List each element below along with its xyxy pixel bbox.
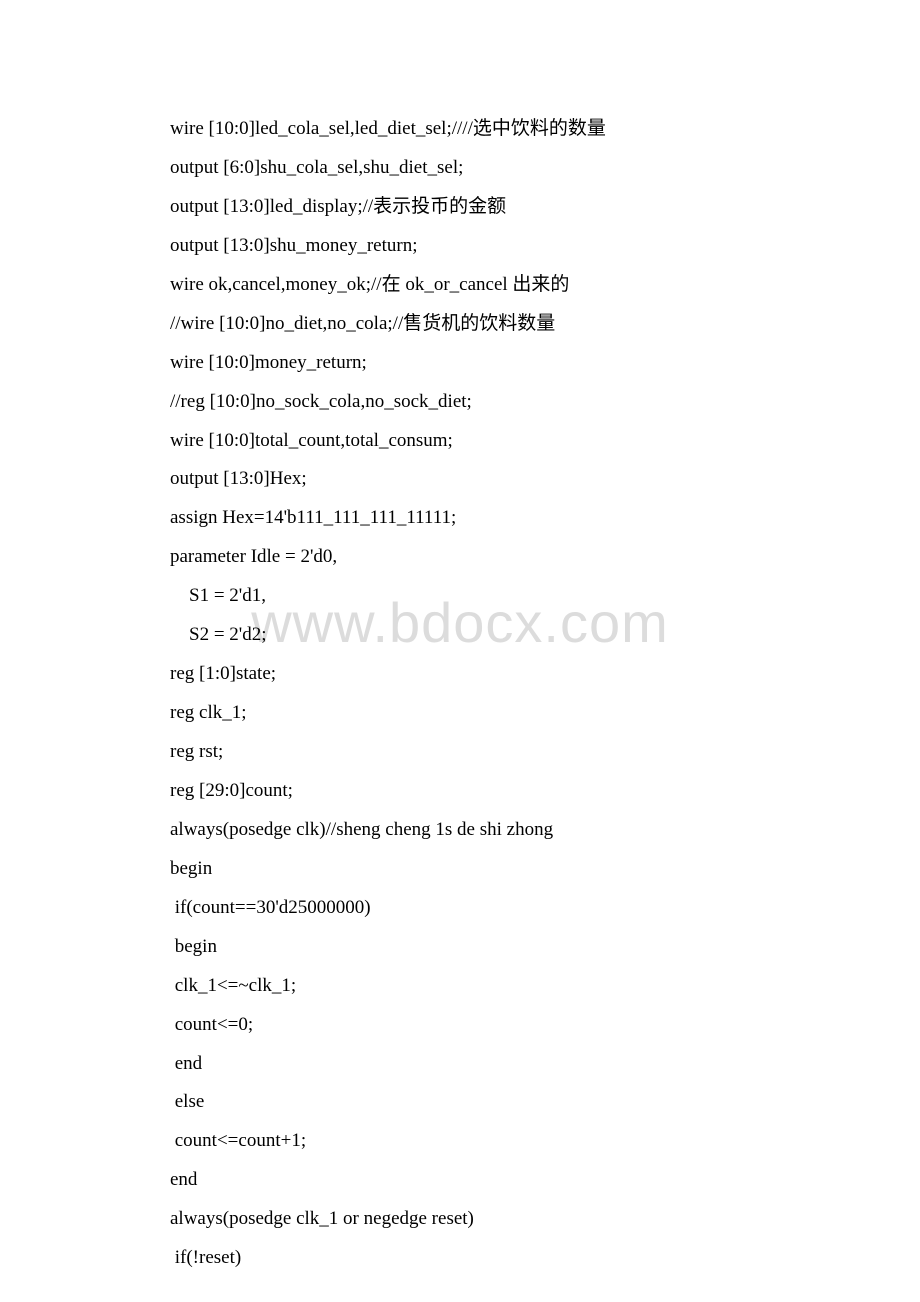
code-line: wire [10:0]led_cola_sel,led_diet_sel;///… <box>170 110 750 149</box>
code-line: reg [29:0]count; <box>170 772 750 811</box>
code-line: output [13:0]shu_money_return; <box>170 227 750 266</box>
code-line: wire [10:0]total_count,total_consum; <box>170 422 750 461</box>
code-line: end <box>170 1045 750 1084</box>
code-line: assign Hex=14'b111_111_111_11111; <box>170 499 750 538</box>
code-line: S2 = 2'd2; <box>170 616 750 655</box>
code-line: always(posedge clk_1 or negedge reset) <box>170 1200 750 1239</box>
code-line: count<=0; <box>170 1006 750 1045</box>
code-line: wire [10:0]money_return; <box>170 344 750 383</box>
code-line: begin <box>170 850 750 889</box>
code-line: if(!reset) <box>170 1239 750 1278</box>
code-line: //wire [10:0]no_diet,no_cola;//售货机的饮料数量 <box>170 305 750 344</box>
code-line: reg rst; <box>170 733 750 772</box>
code-line: count<=count+1; <box>170 1122 750 1161</box>
code-line: reg [1:0]state; <box>170 655 750 694</box>
code-line: output [6:0]shu_cola_sel,shu_diet_sel; <box>170 149 750 188</box>
code-line: else <box>170 1083 750 1122</box>
code-line: //reg [10:0]no_sock_cola,no_sock_diet; <box>170 383 750 422</box>
code-line: parameter Idle = 2'd0, <box>170 538 750 577</box>
code-line: clk_1<=~clk_1; <box>170 967 750 1006</box>
code-line: output [13:0]Hex; <box>170 460 750 499</box>
code-line: output [13:0]led_display;//表示投币的金额 <box>170 188 750 227</box>
code-line: wire ok,cancel,money_ok;//在 ok_or_cancel… <box>170 266 750 305</box>
code-line: reg clk_1; <box>170 694 750 733</box>
document-content: wire [10:0]led_cola_sel,led_diet_sel;///… <box>0 0 920 1278</box>
code-line: always(posedge clk)//sheng cheng 1s de s… <box>170 811 750 850</box>
code-line: begin <box>170 928 750 967</box>
code-line: end <box>170 1161 750 1200</box>
code-line: S1 = 2'd1, <box>170 577 750 616</box>
code-line: if(count==30'd25000000) <box>170 889 750 928</box>
